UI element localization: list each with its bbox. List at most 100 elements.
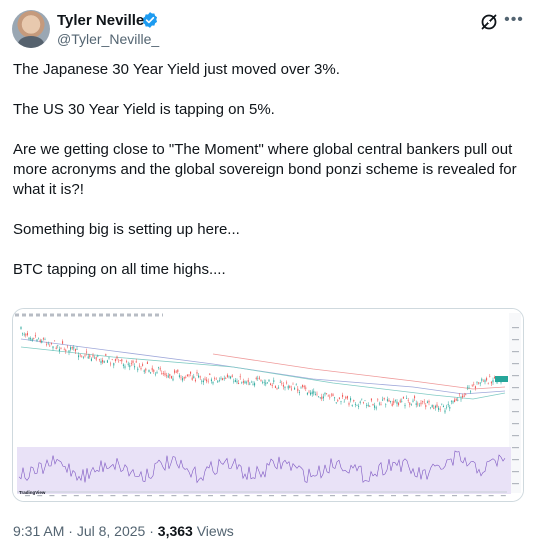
candle-body <box>89 355 91 358</box>
candle-body <box>79 354 81 356</box>
candle-body <box>231 375 233 377</box>
candle-body <box>351 404 353 406</box>
candle-body <box>121 359 123 362</box>
candle-body <box>319 397 321 398</box>
candle-body <box>54 340 56 342</box>
candle-body <box>23 334 25 335</box>
time-axis-tick <box>366 495 372 497</box>
candle-body <box>436 404 438 407</box>
candle-body <box>90 358 92 361</box>
candle-body <box>55 347 57 350</box>
candle-body <box>361 398 363 400</box>
candle-body <box>183 376 185 379</box>
chart-image[interactable]: TradingView <box>12 308 524 502</box>
candle-body <box>422 401 424 402</box>
candle-body <box>257 378 259 379</box>
candle-body <box>196 372 198 374</box>
candle-body <box>466 387 468 389</box>
candle-body <box>246 382 248 384</box>
candle-body <box>358 405 360 407</box>
candle-body <box>441 403 443 405</box>
candle-body <box>111 359 113 360</box>
candle-body <box>49 345 51 347</box>
candle-body <box>433 407 435 409</box>
candle-body <box>206 379 208 382</box>
candle-body <box>225 377 227 379</box>
candle-body <box>322 396 324 399</box>
candle-body <box>249 383 251 385</box>
candle-body <box>426 401 428 403</box>
candle-body <box>362 402 364 403</box>
candle-body <box>222 378 224 381</box>
tweet-date[interactable]: Jul 8, 2025 <box>77 523 146 539</box>
candle-body <box>263 382 265 383</box>
candle-body <box>390 401 392 402</box>
candle-body <box>306 392 308 395</box>
candle-body <box>444 410 446 413</box>
candle-body <box>447 404 449 406</box>
tweet-line-2: The US 30 Year Yield is tapping on 5%. <box>13 101 275 118</box>
candle-body <box>42 338 44 340</box>
more-icon[interactable]: ••• <box>504 10 524 30</box>
time-axis-tick <box>61 495 67 497</box>
time-axis-tick <box>305 495 311 497</box>
candle-body <box>30 338 32 340</box>
candle-body <box>311 391 313 394</box>
candle-body <box>479 382 481 384</box>
author-handle[interactable]: @Tyler_Neville_ <box>57 31 159 47</box>
time-axis-tick <box>37 495 43 497</box>
candle-body <box>396 401 398 404</box>
time-axis-tick <box>208 495 213 497</box>
candle-body <box>188 374 190 376</box>
author-name[interactable]: Tyler Neville <box>57 12 144 29</box>
candle-body <box>159 368 161 370</box>
candle-body <box>401 400 403 402</box>
candle-body <box>82 356 84 358</box>
candle-body <box>113 363 115 366</box>
price-axis-tick <box>512 339 519 341</box>
candle-body <box>238 382 240 385</box>
candle-body <box>490 381 492 384</box>
candle-body <box>223 378 225 379</box>
candle-body <box>193 376 195 379</box>
candle-body <box>68 350 70 353</box>
candle-body <box>98 359 100 360</box>
time-axis-tick <box>403 495 409 497</box>
candle-body <box>137 368 139 371</box>
candle-body <box>484 380 486 383</box>
candle-body <box>278 387 280 389</box>
grok-icon[interactable] <box>479 12 499 32</box>
candle-body <box>65 349 67 352</box>
price-axis-tick <box>512 411 519 413</box>
candle-body <box>186 374 188 377</box>
candle-body <box>102 359 104 363</box>
verified-badge-icon <box>142 12 158 28</box>
candle-body <box>268 379 270 382</box>
candle-body <box>474 386 476 389</box>
tweet-time[interactable]: 9:31 AM <box>13 523 64 539</box>
candle-body <box>20 327 22 330</box>
avatar[interactable] <box>12 10 50 48</box>
candle-body <box>110 363 112 365</box>
candle-body <box>481 378 483 381</box>
candle-body <box>298 392 300 393</box>
candle-body <box>28 337 30 340</box>
candle-body <box>106 360 108 363</box>
candle-body <box>44 339 46 341</box>
candle-body <box>174 370 176 373</box>
candle-body <box>367 404 369 406</box>
candle-body <box>66 345 68 347</box>
candle-body <box>63 349 65 351</box>
candle-body <box>177 369 179 372</box>
candle-body <box>494 377 496 379</box>
candle-body <box>118 361 120 363</box>
chart-svg: TradingView <box>13 309 523 501</box>
candle-body <box>423 401 425 403</box>
candle-body <box>156 372 158 374</box>
price-axis-tick <box>512 471 519 473</box>
candle-body <box>332 394 334 397</box>
views-count: 3,363 <box>157 523 193 539</box>
candle-body <box>241 382 243 383</box>
candle-body <box>290 388 292 390</box>
candle-body <box>383 397 385 400</box>
